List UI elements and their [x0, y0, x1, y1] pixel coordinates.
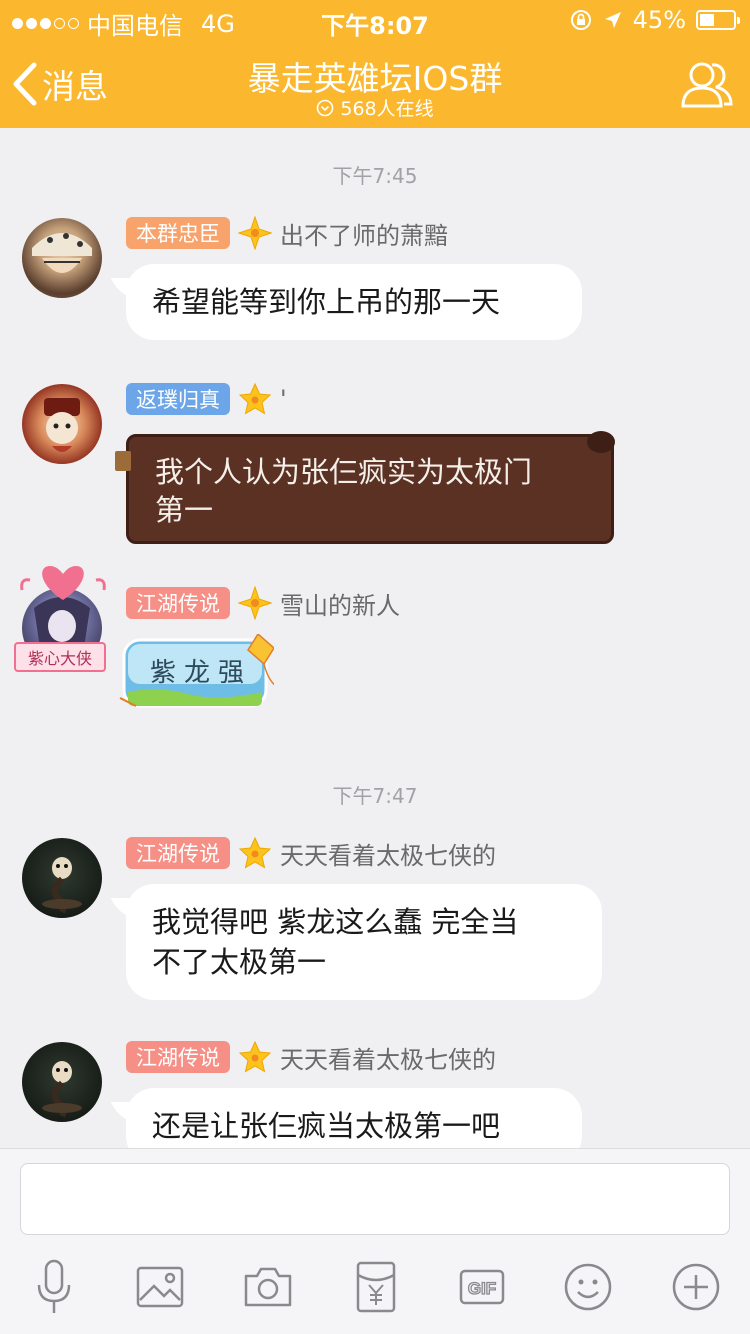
battery-percent: 45% [632, 6, 686, 34]
rotation-lock-icon [570, 10, 591, 30]
microphone-icon [37, 1259, 71, 1313]
avatar-frame-ribbon: 紫心大侠 [14, 642, 106, 672]
message-meta: 江湖传说 天天看着太极七侠的 [126, 1040, 496, 1074]
camera-icon [244, 1267, 292, 1307]
group-members-icon [681, 62, 733, 108]
gif-button[interactable]: GIF [452, 1257, 512, 1317]
message-meta: 本群忠臣 出不了师的萧黯 [126, 216, 448, 250]
plus-icon [672, 1263, 720, 1311]
message-bubble[interactable]: 还是让张仨疯当太极第一吧 [126, 1088, 582, 1148]
online-status[interactable]: 568人在线 [0, 94, 750, 121]
image-icon [136, 1266, 184, 1308]
username[interactable]: 天天看着太极七侠的 [280, 836, 496, 871]
bubble-decoration [115, 451, 131, 471]
group-title: 暴走英雄坛IOS群 [247, 59, 503, 98]
message-input[interactable] [20, 1163, 730, 1235]
message-meta: 江湖传说 天天看着太极七侠的 [126, 836, 496, 870]
username[interactable]: 出不了师的萧黯 [280, 216, 448, 251]
rank-badge: 返璞归真 [126, 383, 230, 415]
avatar-portrait-icon [44, 398, 80, 452]
group-members-button[interactable] [680, 58, 734, 114]
status-bar: 中国电信 4G 下午8:07 45% [0, 0, 750, 40]
avatar-creature-icon [42, 1061, 82, 1118]
rank-badge: 本群忠臣 [126, 217, 230, 249]
bubble-decoration [587, 431, 615, 453]
message-bubble[interactable]: 我个人认为张仨疯实为太极门 第一 [115, 431, 615, 544]
red-envelope-button[interactable] [346, 1257, 406, 1317]
avatar[interactable] [22, 384, 102, 464]
input-toolbar: GIF [0, 1257, 750, 1317]
avatar[interactable] [22, 838, 102, 918]
heart-frame-icon [20, 566, 106, 600]
chat-list[interactable]: 下午7:45 本群忠臣 出不了师的萧黯 希望能等到你上吊的那一天 返璞归真 ' … [0, 128, 750, 1148]
avatar-portrait-icon [32, 233, 92, 273]
location-icon [604, 12, 621, 28]
avatar[interactable] [22, 1042, 102, 1122]
rank-badge: 江湖传说 [126, 587, 230, 619]
message-meta: 返璞归真 ' [126, 382, 287, 416]
voice-button[interactable] [24, 1257, 84, 1317]
red-envelope-icon [356, 1261, 396, 1313]
battery-icon [696, 10, 740, 30]
star-icon [238, 382, 272, 415]
diamond-star-icon [238, 216, 272, 250]
chevron-down-circle-icon [317, 99, 334, 116]
message-meta: 江湖传说 雪山的新人 [126, 586, 400, 620]
message-text: 希望能等到你上吊的那一天 [152, 285, 501, 319]
username[interactable]: 天天看着太极七侠的 [280, 1040, 496, 1075]
message-text: 第一 [155, 493, 214, 527]
rank-badge: 江湖传说 [126, 1041, 230, 1073]
message-bubble[interactable]: 我觉得吧 紫龙这么蠢 完全当 不了太极第一 [126, 884, 602, 1000]
username[interactable]: ' [280, 385, 287, 413]
message-text: 我觉得吧 紫龙这么蠢 完全当 [152, 905, 519, 939]
timestamp: 下午7:45 [332, 164, 418, 188]
message-text: 紫龙强 [150, 658, 253, 688]
emoji-button[interactable] [558, 1257, 618, 1317]
timestamp: 下午7:47 [332, 784, 418, 808]
message-bubble[interactable]: 希望能等到你上吊的那一天 [126, 264, 582, 340]
star-icon [238, 836, 272, 869]
camera-button[interactable] [238, 1257, 298, 1317]
image-button[interactable] [130, 1257, 190, 1317]
input-bar: GIF [0, 1148, 750, 1334]
rank-badge: 江湖传说 [126, 837, 230, 869]
online-count: 568人在线 [340, 98, 434, 120]
avatar-creature-icon [42, 857, 82, 914]
username[interactable]: 雪山的新人 [280, 586, 400, 621]
more-button[interactable] [666, 1257, 726, 1317]
svg-text:GIF: GIF [468, 1279, 496, 1298]
message-text: 我个人认为张仨疯实为太极门 [155, 455, 533, 489]
gif-icon: GIF [459, 1269, 505, 1305]
message-text: 还是让张仨疯当太极第一吧 [152, 1109, 501, 1143]
emoji-icon [564, 1263, 612, 1311]
avatar[interactable] [22, 218, 102, 298]
nav-bar: 消息 暴走英雄坛IOS群 568人在线 [0, 40, 750, 128]
diamond-star-icon [238, 586, 272, 620]
message-text: 不了太极第一 [152, 945, 327, 979]
star-icon [238, 1040, 272, 1073]
message-bubble[interactable]: 紫龙强 [118, 634, 274, 712]
